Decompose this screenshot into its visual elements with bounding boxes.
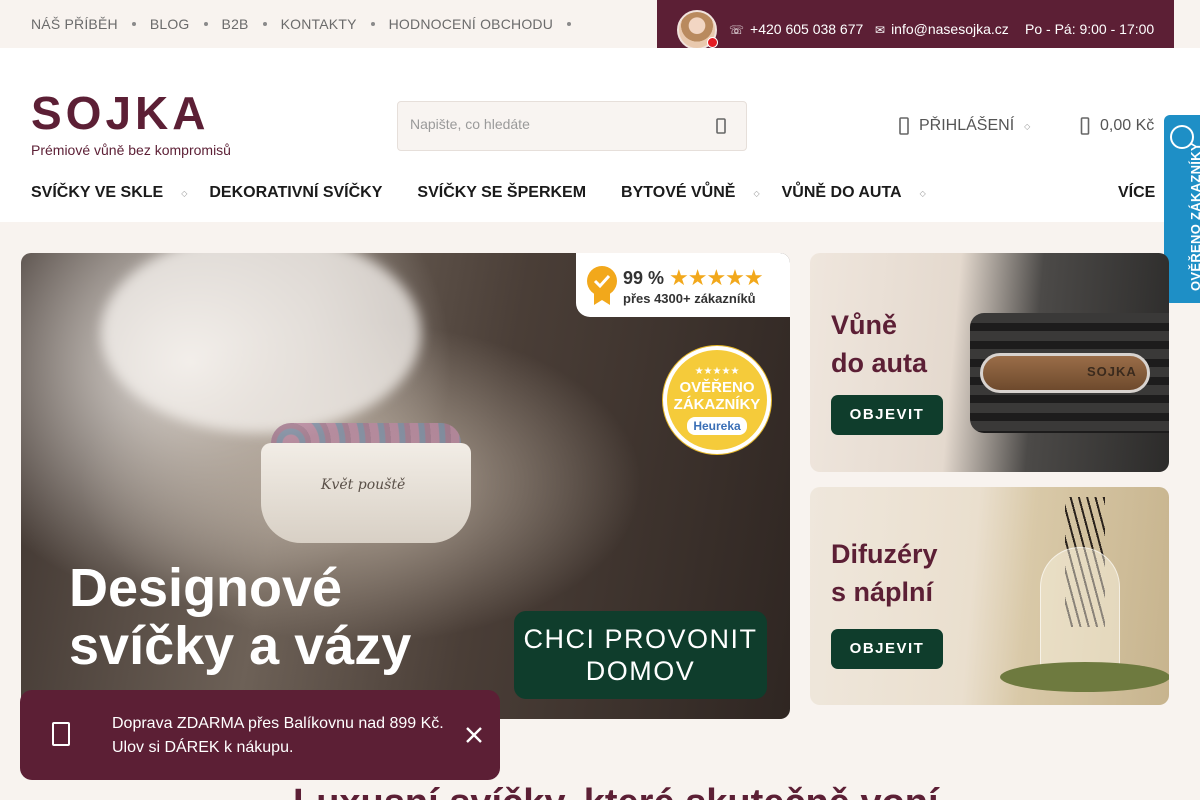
hero-headline: Designové svíčky a vázy (69, 559, 411, 675)
main-nav: SVÍČKY VE SKLE ◇ DEKORATIVNÍ SVÍČKY SVÍČ… (31, 184, 948, 202)
separator-dot (131, 22, 136, 26)
opening-hours: Po - Pá: 9:00 - 17:00 (1025, 21, 1155, 37)
hero-cta-button[interactable]: CHCI PROVONIT DOMOV (514, 611, 767, 699)
rating-box: 99 % ★★★★★ přes 4300+ zákazníků (576, 253, 790, 317)
dropdown-indicator-icon: ◇ (753, 188, 760, 198)
seal-brand: Heureka (687, 417, 747, 435)
support-avatar[interactable] (677, 10, 718, 50)
banner-diffusers-title-line2: s náplní (831, 577, 934, 607)
dropdown-indicator-icon: ◇ (181, 188, 188, 198)
clip-brand-mark: SOJKA (1087, 364, 1137, 379)
cart-total: 0,00 Kč (1100, 117, 1155, 134)
toast-line2: Ulov si DÁREK k nákupu. (112, 739, 294, 756)
hero-photo-sweater (101, 253, 421, 433)
toplink-shop-rating[interactable]: HODNOCENÍ OBCHODU (389, 16, 553, 32)
banner-car-title: Vůně do auta (831, 306, 927, 382)
nav-item-jewel-candles[interactable]: SVÍČKY SE ŠPERKEM (417, 184, 586, 202)
search-input[interactable] (410, 116, 700, 132)
hero-cta-line2: DOMOV (585, 656, 696, 686)
contact-email[interactable]: ✉ info@nasesojka.cz (875, 21, 1009, 37)
separator-dot (262, 22, 267, 26)
tagline: Prémiové vůně bez kompromisů (31, 142, 231, 158)
banner-diffusers-button[interactable]: OBJEVIT (831, 629, 943, 669)
banner-diffusers-title: Difuzéry s náplní (831, 535, 938, 611)
separator-dot (203, 22, 208, 26)
dropdown-indicator-icon: ◇ (919, 188, 926, 198)
verified-badge-label: OVĚŘENO ZÁKAZNÍKY (1188, 142, 1200, 291)
toplink-b2b[interactable]: B2B (222, 16, 249, 32)
toplink-our-story[interactable]: NÁŠ PŘÍBĚH (31, 16, 118, 32)
candle-label: Květ pouště (321, 477, 406, 493)
mail-icon: ✉ (875, 23, 886, 37)
verified-by-customers-badge[interactable]: OVĚŘENO ZÁKAZNÍKY (1164, 115, 1200, 303)
rating-badge-icon (587, 266, 617, 305)
seal-stars: ★★★★★ (694, 366, 740, 377)
email-address: info@nasesojka.cz (891, 21, 1009, 37)
nav-more[interactable]: VÍCE (1118, 184, 1155, 202)
hero-banner[interactable]: Květ pouště Designové svíčky a vázy CHCI… (21, 253, 790, 719)
shipping-toast: Doprava ZDARMA přes Balíkovnu nad 899 Kč… (20, 690, 500, 780)
online-indicator (707, 37, 718, 48)
hero-photo-candle: Květ pouště (261, 443, 471, 543)
logo-text: SOJKA (31, 91, 209, 133)
banner-diffusers-title-line1: Difuzéry (831, 539, 938, 569)
cart-link[interactable]: 0,00 Kč (1080, 116, 1154, 136)
toplink-contacts[interactable]: KONTAKTY (281, 16, 357, 32)
user-icon (899, 117, 909, 135)
login-label: PŘIHLÁŠENÍ (919, 117, 1015, 134)
close-icon[interactable] (464, 725, 484, 745)
toplink-blog[interactable]: BLOG (150, 16, 190, 32)
rating-customers: přes 4300+ zákazníků (623, 291, 756, 306)
toast-line1: Doprava ZDARMA přes Balíkovnu nad 899 Kč… (112, 715, 444, 732)
nav-item-decorative-candles[interactable]: DEKORATIVNÍ SVÍČKY (209, 184, 382, 202)
banner-car-title-line1: Vůně (831, 310, 898, 340)
banner-car-fragrances[interactable]: SOJKA Vůně do auta OBJEVIT (810, 253, 1169, 472)
section-heading: Luxusní svíčky, které skutečně voní (293, 782, 939, 800)
contact-phone[interactable]: ☏ +420 605 038 677 (729, 21, 863, 37)
nav-item-car-fragrances[interactable]: VŮNĚ DO AUTA (782, 184, 902, 202)
hero-headline-line1: Designové (69, 558, 343, 618)
hero-cta-line1: CHCI PROVONIT (523, 624, 758, 654)
top-bar: NÁŠ PŘÍBĚH BLOG B2B KONTAKTY HODNOCENÍ O… (0, 0, 1200, 59)
nav-item-candles-in-glass[interactable]: SVÍČKY VE SKLE (31, 184, 163, 202)
separator-dot (567, 22, 572, 26)
heureka-verified-seal: ★★★★★ OVĚŘENO ZÁKAZNÍKY Heureka (663, 346, 771, 454)
sojka-logo[interactable]: SOJKA (31, 91, 221, 133)
search-icon[interactable] (714, 117, 728, 135)
login-link[interactable]: PŘIHLÁŠENÍ ◇ (898, 116, 1030, 136)
banner-photo-moss (1000, 662, 1169, 692)
banner-car-title-line2: do auta (831, 348, 928, 378)
toast-message: Doprava ZDARMA přes Balíkovnu nad 899 Kč… (112, 712, 452, 760)
site-header: SOJKA Prémiové vůně bez kompromisů PŘIHL… (0, 48, 1200, 222)
banner-diffusers[interactable]: Difuzéry s náplní OBJEVIT (810, 487, 1169, 705)
rating-stars: ★★★★★ (669, 265, 764, 290)
top-links: NÁŠ PŘÍBĚH BLOG B2B KONTAKTY HODNOCENÍ O… (31, 16, 585, 32)
cart-icon (1080, 117, 1090, 135)
nav-item-home-fragrances[interactable]: BYTOVÉ VŮNĚ (621, 184, 735, 202)
seal-line2: ZÁKAZNÍKY (673, 396, 761, 413)
phone-icon: ☏ (729, 23, 745, 37)
separator-dot (370, 22, 375, 26)
banner-photo-glass-jar (1040, 547, 1120, 677)
hero-headline-line2: svíčky a vázy (69, 616, 412, 676)
search-box (397, 101, 747, 151)
banner-car-button[interactable]: OBJEVIT (831, 395, 943, 435)
gift-icon (52, 722, 70, 746)
banner-photo-car-clip: SOJKA (980, 353, 1150, 393)
phone-number: +420 605 038 677 (750, 21, 864, 37)
rating-percent: 99 % (623, 268, 665, 288)
chevron-down-icon: ◇ (1024, 121, 1031, 131)
seal-line1: OVĚŘENO (679, 379, 755, 396)
